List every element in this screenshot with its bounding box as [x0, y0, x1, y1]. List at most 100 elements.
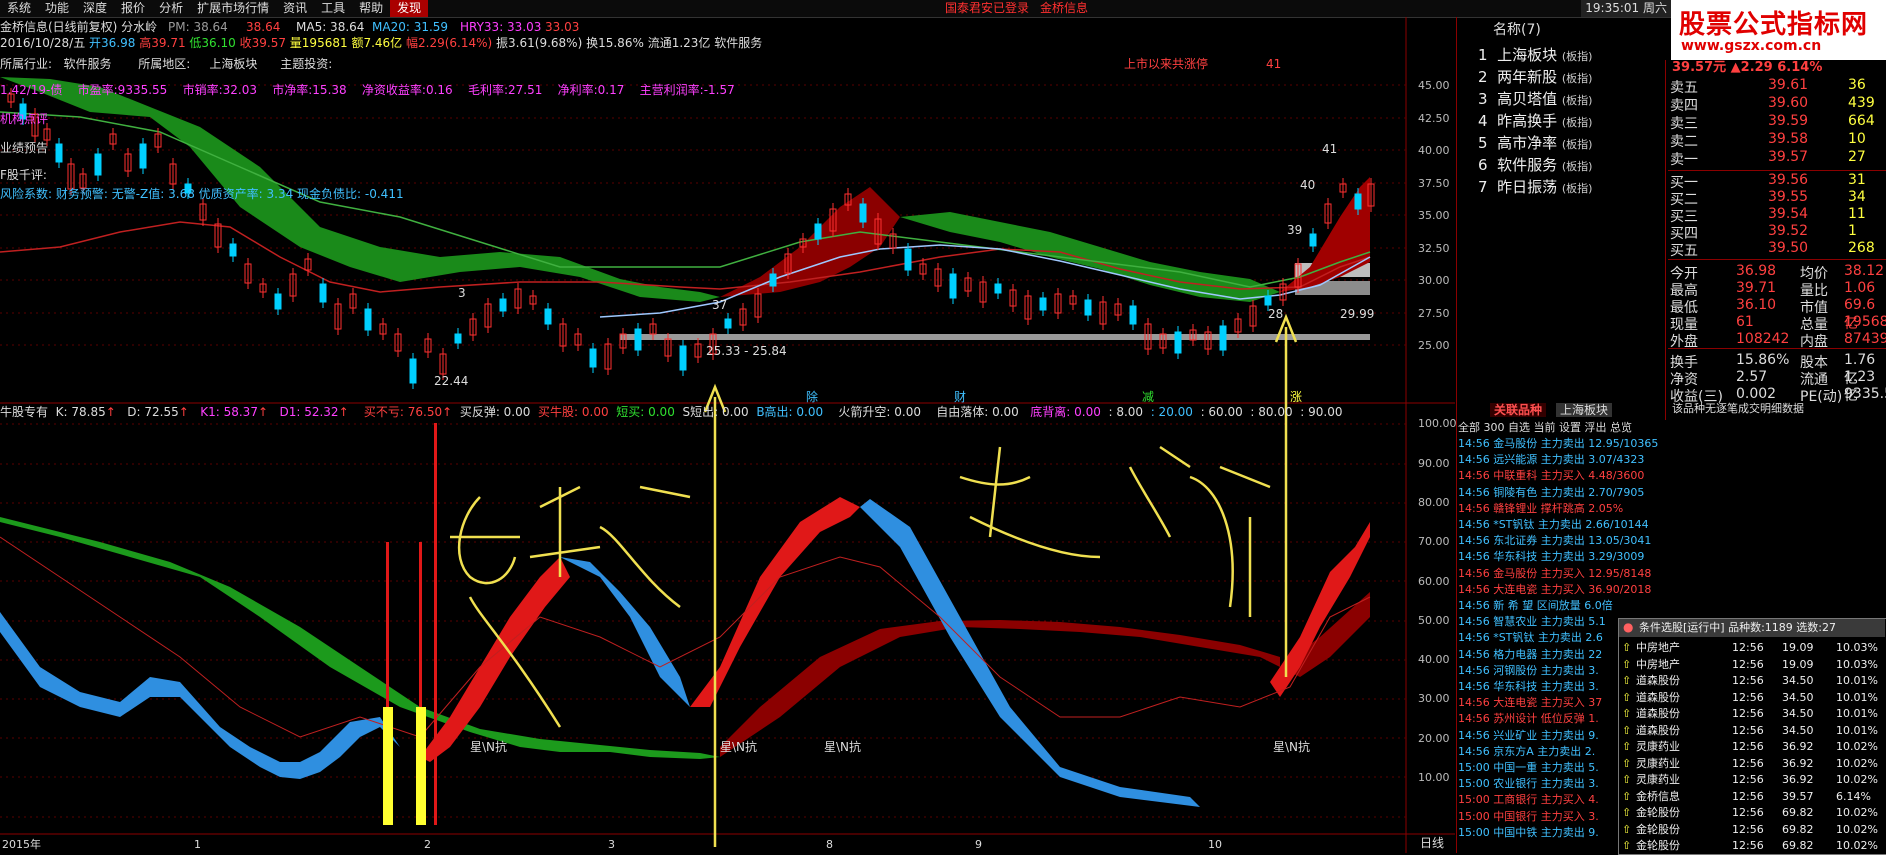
menu-quote[interactable]: 报价	[114, 0, 152, 17]
tick-row[interactable]: 14:56 苏州设计 低位反弹 1.	[1458, 712, 1618, 725]
filter-current[interactable]: 当前	[1534, 421, 1556, 434]
filter-float[interactable]: 浮出	[1585, 421, 1607, 434]
x-axis-label: 2	[424, 838, 431, 851]
arrow-icon: ⇧	[1622, 822, 1632, 836]
filter-fav[interactable]: 自选	[1508, 421, 1530, 434]
arrow-icon: ⇧	[1622, 756, 1632, 770]
tick-row[interactable]: 14:56 东北证券 主力卖出 13.05/3041	[1458, 534, 1651, 547]
condition-row[interactable]: ⇧ 中房地产 12:56 19.09 10.03%	[1622, 657, 1884, 673]
menu-help[interactable]: 帮助	[352, 0, 390, 17]
rank-item[interactable]: 1 上海板块 (板指)	[1478, 44, 1592, 65]
tick-row[interactable]: 14:56 京东方A 主力卖出 2.	[1458, 745, 1618, 758]
price-label: 39	[1287, 223, 1303, 237]
condition-row[interactable]: ⇧ 金轮股份 12:56 69.82 10.02%	[1622, 822, 1884, 838]
tick-row[interactable]: 14:56 远兴能源 主力卖出 3.07/4323	[1458, 453, 1644, 466]
condition-titlebar[interactable]: 条件选股[运行中] 品种数:1189 选数:27 ●	[1619, 619, 1885, 637]
tick-row[interactable]: 14:56 华东科技 主力卖出 3.	[1458, 680, 1618, 693]
rank-item[interactable]: 5 高市净率 (板指)	[1478, 132, 1592, 153]
tick-row[interactable]: 14:56 兴业矿业 主力卖出 9.	[1458, 729, 1618, 742]
tick-row[interactable]: 14:56 大连电瓷 主力买入 37	[1458, 696, 1618, 709]
filter-settings[interactable]: 设置	[1559, 421, 1581, 434]
tick-filters: 全部 300 自选 当前 设置 浮出 总览	[1458, 421, 1632, 435]
period-button[interactable]: 日线	[1420, 836, 1444, 850]
tick-row[interactable]: 15:00 农业银行 主力卖出 3.	[1458, 777, 1618, 790]
tick-row[interactable]: 14:56 智慧农业 主力卖出 5.1	[1458, 615, 1618, 628]
condition-row[interactable]: ⇧ 金桥信息 12:56 39.57 6.14%	[1622, 789, 1884, 805]
arrow-icon: ⇧	[1622, 740, 1632, 753]
x-axis-label: 9	[975, 838, 982, 851]
tick-row[interactable]: 14:56 新 希 望 区间放量 6.0倍	[1458, 599, 1618, 612]
condition-title: 条件选股[运行中] 品种数:1189 选数:27	[1639, 621, 1836, 634]
condition-row[interactable]: ⇧ 道森股份 12:56 34.50 10.01%	[1622, 706, 1884, 722]
menu-depth[interactable]: 深度	[76, 0, 114, 17]
tick-row[interactable]: 14:56 大连电瓷 主力买入 36.90/2018	[1458, 583, 1651, 596]
buy-level[interactable]: 买三 39.54 11	[1668, 206, 1886, 225]
close-icon[interactable]: ●	[1623, 620, 1633, 634]
tick-row[interactable]: 14:56 河钢股份 主力卖出 3.	[1458, 664, 1618, 677]
filter-overview[interactable]: 总览	[1610, 421, 1632, 434]
condition-row[interactable]: ⇧ 中房地产 12:56 19.09 10.03%	[1622, 640, 1884, 656]
rank-header[interactable]: 名称(7)	[1493, 23, 1541, 37]
condition-row[interactable]: ⇧ 灵康药业 12:56 36.92 10.02%	[1622, 739, 1884, 755]
main-chart-svg[interactable]	[0, 17, 1455, 853]
tick-row[interactable]: 15:00 工商银行 主力买入 4.	[1458, 793, 1618, 806]
sell-level[interactable]: 卖二 39.58 10	[1668, 131, 1886, 150]
menu-analysis[interactable]: 分析	[152, 0, 190, 17]
tick-row[interactable]: 14:56 *ST钒钛 主力卖出 2.66/10144	[1458, 518, 1649, 531]
rank-item[interactable]: 2 两年新股 (板指)	[1478, 66, 1592, 87]
condition-row[interactable]: ⇧ 灵康药业 12:56 36.92 10.02%	[1622, 756, 1884, 772]
menu-extended-market[interactable]: 扩展市场行情	[190, 0, 276, 17]
tick-row[interactable]: 14:56 *ST钒钛 主力卖出 2.6	[1458, 631, 1618, 644]
stat-row: 净资 2.57 流通 1.23亿	[1670, 369, 1876, 404]
ind-band-blue	[860, 499, 1200, 807]
tick-row[interactable]: 14:56 赣锋锂业 撑杆跳高 2.05%	[1458, 502, 1623, 515]
price-label: 41	[1322, 142, 1338, 156]
rank-item[interactable]: 6 软件服务 (板指)	[1478, 154, 1592, 175]
tick-row[interactable]: 15:00 中国银行 主力买入 3.	[1458, 810, 1618, 823]
condition-row[interactable]: ⇧ 金轮股份 12:56 69.82 10.02%	[1622, 838, 1884, 854]
menu-system[interactable]: 系统	[0, 0, 38, 17]
tick-row[interactable]: 14:56 金马股份 主力买入 12.95/8148	[1458, 567, 1651, 580]
sell-level[interactable]: 卖一 39.57 27	[1668, 149, 1886, 168]
tick-row[interactable]: 14:56 华东科技 主力卖出 3.29/3009	[1458, 550, 1644, 563]
menu-info[interactable]: 资讯	[276, 0, 314, 17]
tab-shanghai[interactable]: 上海板块	[1556, 403, 1613, 417]
rank-item[interactable]: 4 昨高换手 (板指)	[1478, 110, 1592, 131]
price-label: 29.99	[1340, 307, 1375, 321]
hry-value: HRY33: 33.03	[460, 20, 542, 34]
condition-row[interactable]: ⇧ 道森股份 12:56 34.50 10.01%	[1622, 673, 1884, 689]
buy-signal-bar	[383, 707, 393, 825]
price-label: 28	[1268, 307, 1284, 321]
tick-row[interactable]: 14:56 中联重科 主力买入 4.48/3600	[1458, 469, 1644, 482]
stat-row: 今开 36.98 均价 38.12	[1670, 263, 1885, 282]
buy-level[interactable]: 买一 39.56 31	[1668, 172, 1886, 191]
condition-row[interactable]: ⇧ 金轮股份 12:56 69.82 10.02%	[1622, 805, 1884, 821]
rank-item[interactable]: 3 高贝塔值 (板指)	[1478, 88, 1592, 109]
tab-related[interactable]: 关联品种	[1490, 403, 1547, 417]
event-mark[interactable]: 除	[806, 390, 818, 404]
menu-tools[interactable]: 工具	[314, 0, 352, 17]
tick-row[interactable]: 14:56 金马股份 主力卖出 12.95/10365	[1458, 437, 1658, 450]
filter-all[interactable]: 全部	[1458, 421, 1480, 434]
event-mark[interactable]: 减	[1142, 390, 1154, 404]
buy-level[interactable]: 买四 39.52 1	[1668, 223, 1886, 242]
tick-row[interactable]: 15:00 中国一重 主力卖出 5.	[1458, 761, 1618, 774]
event-mark[interactable]: 财	[954, 390, 966, 404]
buy-level[interactable]: 买二 39.55 34	[1668, 189, 1886, 208]
condition-row[interactable]: ⇧ 道森股份 12:56 34.50 10.01%	[1622, 690, 1884, 706]
tick-row[interactable]: 14:56 铜陵有色 主力卖出 2.70/7905	[1458, 486, 1644, 499]
buy-level[interactable]: 买五 39.50 268	[1668, 240, 1886, 259]
menu-discover[interactable]: 发现	[390, 0, 429, 17]
tick-row[interactable]: 14:56 格力电器 主力卖出 22	[1458, 648, 1618, 661]
filter-300[interactable]: 300	[1484, 421, 1505, 434]
sell-level[interactable]: 卖四 39.60 439	[1668, 95, 1886, 114]
trend-band-green	[900, 212, 1280, 302]
sell-level[interactable]: 卖三 39.59 664	[1668, 113, 1886, 132]
rank-item[interactable]: 7 昨日振荡 (板指)	[1478, 176, 1592, 197]
sell-level[interactable]: 卖五 39.61 36	[1668, 77, 1886, 96]
condition-row[interactable]: ⇧ 灵康药业 12:56 36.92 10.02%	[1622, 772, 1884, 788]
condition-row[interactable]: ⇧ 道森股份 12:56 34.50 10.01%	[1622, 723, 1884, 739]
event-mark[interactable]: 涨	[1290, 390, 1302, 404]
tick-row[interactable]: 15:00 中国中铁 主力卖出 9.	[1458, 826, 1618, 839]
menu-function[interactable]: 功能	[38, 0, 76, 17]
